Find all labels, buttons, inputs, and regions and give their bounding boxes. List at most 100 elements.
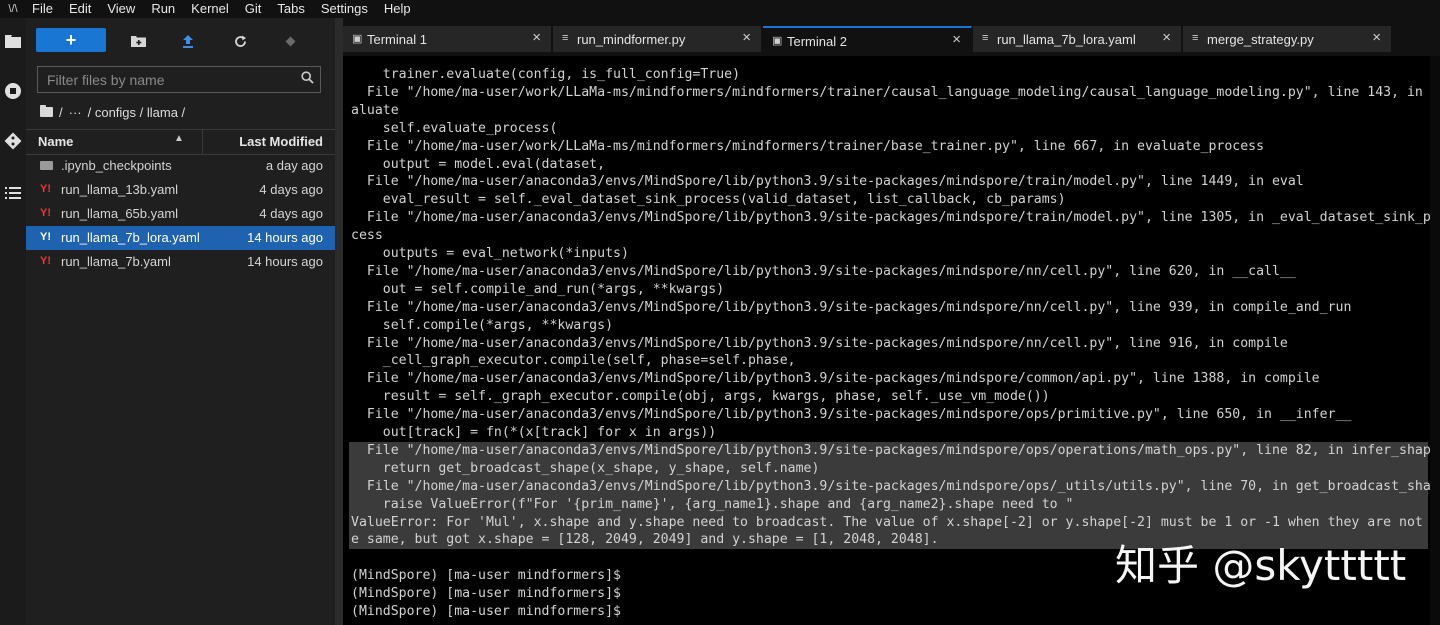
file-modified: 4 days ago: [259, 182, 323, 197]
file-row[interactable]: Y! run_llama_7b.yaml 14 hours ago: [26, 250, 335, 274]
folder-icon: [40, 161, 53, 170]
yaml-file-icon: Y!: [40, 255, 51, 267]
terminal-line: self.evaluate_process(: [351, 120, 558, 136]
menu-edit[interactable]: Edit: [61, 0, 99, 18]
terminal-line: _cell_graph_executor.compile(self, phase…: [351, 353, 796, 369]
toc-icon[interactable]: [2, 182, 24, 204]
yaml-file-icon: Y!: [40, 183, 51, 195]
terminal-line: eval_result = self._eval_dataset_sink_pr…: [351, 192, 1066, 208]
file-browser: + / ··· / configs / llama / Name ▲ Last …: [26, 18, 335, 625]
terminal-line: (MindSpore) [ma-user mindformers]$: [351, 586, 621, 602]
yaml-file-icon: Y!: [40, 207, 51, 219]
terminal-line: File "/home/ma-user/anaconda3/envs/MindS…: [351, 407, 1352, 423]
tab-label: run_llama_7b_lora.yaml: [997, 32, 1136, 47]
search-icon[interactable]: [301, 71, 314, 87]
terminal-line: trainer.evaluate(config, is_full_config=…: [351, 67, 741, 82]
terminal-line: ValueError: For 'Mul', x.shape and y.sha…: [351, 514, 1440, 530]
close-icon[interactable]: ×: [1162, 29, 1171, 46]
terminal-line: File "/home/ma-user/work/LLaMa-ms/mindfo…: [351, 138, 1265, 154]
terminal-scrollbar[interactable]: [1430, 56, 1440, 625]
new-folder-icon[interactable]: [127, 30, 149, 52]
file-name: run_llama_65b.yaml: [61, 206, 179, 221]
menu-bar: \/\ File Edit View Run Kernel Git Tabs S…: [0, 0, 1440, 18]
terminal-line: File "/home/ma-user/anaconda3/envs/MindS…: [351, 299, 1352, 315]
file-row[interactable]: Y! run_llama_13b.yaml 4 days ago: [26, 178, 335, 202]
menu-kernel[interactable]: Kernel: [183, 0, 237, 18]
terminal-line: File "/home/ma-user/anaconda3/envs/MindS…: [351, 478, 1440, 494]
breadcrumb-ellipsis[interactable]: ···: [69, 105, 82, 120]
file-filter-input[interactable]: [38, 67, 297, 92]
menu-view[interactable]: View: [99, 0, 143, 18]
terminal-line: e same, but got x.shape = [128, 2049, 20…: [351, 532, 939, 548]
watermark-text: 知乎 @skyttttt: [1115, 541, 1407, 590]
home-folder-icon[interactable]: [40, 105, 53, 117]
menu-run[interactable]: Run: [143, 0, 183, 18]
terminal-icon: ▣: [772, 35, 783, 47]
tab-label: run_mindformer.py: [577, 32, 686, 47]
git-clone-icon[interactable]: [279, 30, 301, 52]
file-name: run_llama_7b.yaml: [61, 254, 171, 269]
file-modified: 14 hours ago: [247, 230, 323, 245]
terminal-line: File "/home/ma-user/anaconda3/envs/MindS…: [351, 174, 1304, 190]
terminal-line: (MindSpore) [ma-user mindformers]$: [351, 568, 621, 584]
new-launcher-button[interactable]: +: [36, 28, 106, 52]
file-modified: 14 hours ago: [247, 254, 323, 269]
terminal-line: (MindSpore) [ma-user mindformers]$: [351, 604, 621, 619]
breadcrumb-root[interactable]: /: [59, 105, 63, 120]
jupyter-logo-icon: \/\: [8, 3, 18, 15]
name-column-header[interactable]: Name: [38, 134, 73, 149]
terminal-line: raise ValueError(f"For '{prim_name}', {a…: [351, 496, 1074, 512]
tab-run-mindformer[interactable]: ≡ run_mindformer.py ×: [553, 26, 762, 52]
terminal-icon: ▣: [352, 33, 363, 45]
menu-file[interactable]: File: [24, 0, 61, 18]
file-filter-box: [37, 66, 321, 93]
file-list-header: Name ▲ Last Modified: [26, 129, 335, 155]
breadcrumb: / ··· / configs / llama /: [40, 102, 191, 122]
file-browser-toolbar: +: [26, 18, 335, 63]
tab-label: merge_strategy.py: [1207, 32, 1314, 47]
terminal-line: File "/home/ma-user/anaconda3/envs/MindS…: [351, 442, 1439, 458]
terminal-line: aluate: [351, 102, 399, 118]
sort-ascending-icon[interactable]: ▲: [174, 133, 184, 144]
file-name: run_llama_7b_lora.yaml: [61, 230, 200, 245]
file-row[interactable]: Y! run_llama_65b.yaml 4 days ago: [26, 202, 335, 226]
close-icon[interactable]: ×: [952, 31, 961, 48]
tab-terminal-1[interactable]: ▣ Terminal 1 ×: [343, 26, 552, 52]
menu-settings[interactable]: Settings: [313, 0, 376, 18]
breadcrumb-path[interactable]: / configs / llama /: [88, 105, 186, 120]
terminal-line: cess: [351, 228, 383, 244]
file-row[interactable]: .ipynb_checkpoints a day ago: [26, 154, 335, 178]
main-tab-bar: ▣ Terminal 1 × ≡ run_mindformer.py × ▣ T…: [343, 26, 1440, 53]
refresh-icon[interactable]: [229, 30, 251, 52]
terminal-line: return get_broadcast_shape(x_shape, y_sh…: [351, 460, 820, 476]
terminal-line: self.compile(*args, **kwargs): [351, 317, 614, 333]
terminal-line: File "/home/ma-user/anaconda3/envs/MindS…: [351, 210, 1440, 226]
folder-icon[interactable]: [2, 30, 24, 52]
menu-git[interactable]: Git: [237, 0, 270, 18]
column-divider[interactable]: [202, 130, 203, 154]
running-icon[interactable]: [2, 80, 24, 102]
close-icon[interactable]: ×: [1372, 29, 1381, 46]
file-name: .ipynb_checkpoints: [61, 158, 172, 173]
close-icon[interactable]: ×: [742, 29, 751, 46]
menu-tabs[interactable]: Tabs: [269, 0, 312, 18]
tab-merge-strategy[interactable]: ≡ merge_strategy.py ×: [1183, 26, 1392, 52]
file-row-selected[interactable]: Y! run_llama_7b_lora.yaml 14 hours ago: [26, 226, 335, 250]
terminal-line: File "/home/ma-user/anaconda3/envs/MindS…: [351, 371, 1320, 387]
file-icon: ≡: [1192, 32, 1199, 44]
close-icon[interactable]: ×: [532, 29, 541, 46]
upload-icon[interactable]: [177, 30, 199, 52]
menu-help[interactable]: Help: [376, 0, 419, 18]
git-icon[interactable]: [2, 130, 24, 152]
file-icon: ≡: [562, 32, 569, 44]
file-modified: a day ago: [265, 158, 323, 173]
modified-column-header[interactable]: Last Modified: [239, 134, 323, 149]
tab-run-llama-7b-lora[interactable]: ≡ run_llama_7b_lora.yaml ×: [973, 26, 1182, 52]
yaml-file-icon: Y!: [40, 231, 51, 243]
tab-terminal-2[interactable]: ▣ Terminal 2 ×: [763, 26, 972, 52]
terminal-line: result = self._graph_executor.compile(ob…: [351, 389, 1050, 405]
file-icon: ≡: [982, 32, 989, 44]
terminal-line: File "/home/ma-user/anaconda3/envs/MindS…: [351, 263, 1296, 279]
terminal-line: File "/home/ma-user/work/LLaMa-ms/mindfo…: [351, 84, 1440, 100]
panel-splitter[interactable]: [335, 18, 343, 625]
